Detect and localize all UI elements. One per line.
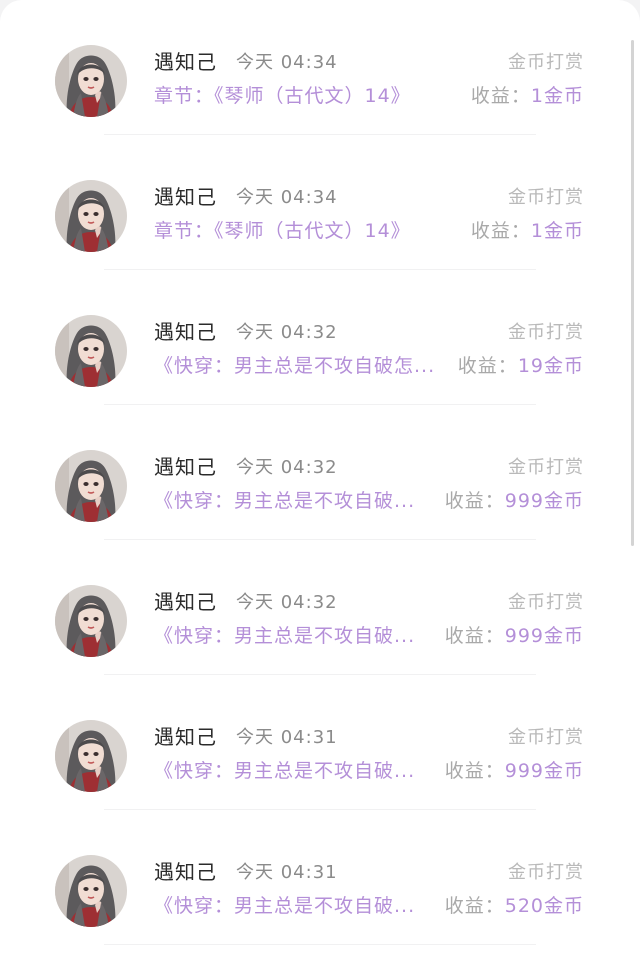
reward-time: 今天 04:31	[236, 862, 338, 883]
income-label: 收益：	[444, 490, 505, 512]
chapter-title: 《快穿：男主总是不攻自破...	[154, 895, 416, 917]
reward-time: 今天 04:31	[236, 727, 338, 748]
user-name: 遇知己	[154, 320, 217, 344]
reward-row[interactable]: 遇知己 今天 04:34 金币打赏 章节：《琴师（古代文）14》 收益：1金币	[0, 0, 640, 135]
user-name: 遇知己	[154, 50, 217, 74]
user-avatar[interactable]	[55, 180, 127, 252]
income-label: 收益：	[444, 625, 505, 647]
user-avatar[interactable]	[55, 585, 127, 657]
reward-row[interactable]: 遇知己 今天 04:34 金币打赏 章节：《琴师（古代文）14》 收益：1金币	[0, 135, 640, 270]
reward-type: 金币打赏	[508, 592, 584, 613]
reward-time: 今天 04:34	[236, 187, 338, 208]
user-avatar[interactable]	[55, 720, 127, 792]
income-label: 收益：	[444, 895, 505, 917]
reward-type: 金币打赏	[508, 457, 584, 478]
income: 收益：999金币	[445, 758, 584, 784]
reward-time: 今天 04:32	[236, 457, 338, 478]
reward-type: 金币打赏	[508, 862, 584, 883]
income: 收益：999金币	[445, 623, 584, 649]
user-avatar[interactable]	[55, 450, 127, 522]
user-avatar[interactable]	[55, 315, 127, 387]
income-label: 收益：	[470, 85, 531, 107]
income: 收益：520金币	[445, 893, 584, 919]
reward-time: 今天 04:32	[236, 592, 338, 613]
reward-row[interactable]: 遇知己 今天 04:31 金币打赏 《快穿：男主总是不攻自破... 收益：520…	[0, 810, 640, 945]
reward-row[interactable]: 遇知己 今天 04:32 金币打赏 《快穿：男主总是不攻自破怎... 收益：19…	[0, 270, 640, 405]
income: 收益：1金币	[471, 83, 584, 109]
reward-type: 金币打赏	[508, 52, 584, 73]
user-avatar[interactable]	[55, 45, 127, 117]
user-name: 遇知己	[154, 860, 217, 884]
scrollbar[interactable]	[631, 40, 634, 546]
chapter-title: 《快穿：男主总是不攻自破...	[154, 490, 416, 512]
reward-list[interactable]: 遇知己 今天 04:34 金币打赏 章节：《琴师（古代文）14》 收益：1金币 …	[0, 0, 640, 945]
income-amount: 999金币	[504, 760, 584, 782]
user-name: 遇知己	[154, 455, 217, 479]
reward-time: 今天 04:34	[236, 52, 338, 73]
income-amount: 999金币	[504, 625, 584, 647]
income-amount: 1金币	[530, 220, 584, 242]
chapter-title: 《快穿：男主总是不攻自破...	[154, 760, 416, 782]
income-amount: 19金币	[517, 355, 584, 377]
income: 收益：19金币	[458, 353, 584, 379]
income-amount: 999金币	[504, 490, 584, 512]
reward-type: 金币打赏	[508, 322, 584, 343]
chapter-title: 章节：《琴师（古代文）14》	[154, 85, 411, 107]
income-amount: 520金币	[504, 895, 584, 917]
reward-row[interactable]: 遇知己 今天 04:31 金币打赏 《快穿：男主总是不攻自破... 收益：999…	[0, 675, 640, 810]
reward-row[interactable]: 遇知己 今天 04:32 金币打赏 《快穿：男主总是不攻自破... 收益：999…	[0, 540, 640, 675]
income-label: 收益：	[470, 220, 531, 242]
income-amount: 1金币	[530, 85, 584, 107]
reward-type: 金币打赏	[508, 727, 584, 748]
chapter-title: 《快穿：男主总是不攻自破怎...	[154, 355, 436, 377]
income: 收益：1金币	[471, 218, 584, 244]
chapter-title: 章节：《琴师（古代文）14》	[154, 220, 411, 242]
income-label: 收益：	[444, 760, 505, 782]
user-avatar[interactable]	[55, 855, 127, 927]
income: 收益：999金币	[445, 488, 584, 514]
user-name: 遇知己	[154, 725, 217, 749]
income-label: 收益：	[457, 355, 518, 377]
user-name: 遇知己	[154, 590, 217, 614]
reward-row[interactable]: 遇知己 今天 04:32 金币打赏 《快穿：男主总是不攻自破... 收益：999…	[0, 405, 640, 540]
reward-time: 今天 04:32	[236, 322, 338, 343]
user-name: 遇知己	[154, 185, 217, 209]
chapter-title: 《快穿：男主总是不攻自破...	[154, 625, 416, 647]
reward-type: 金币打赏	[508, 187, 584, 208]
